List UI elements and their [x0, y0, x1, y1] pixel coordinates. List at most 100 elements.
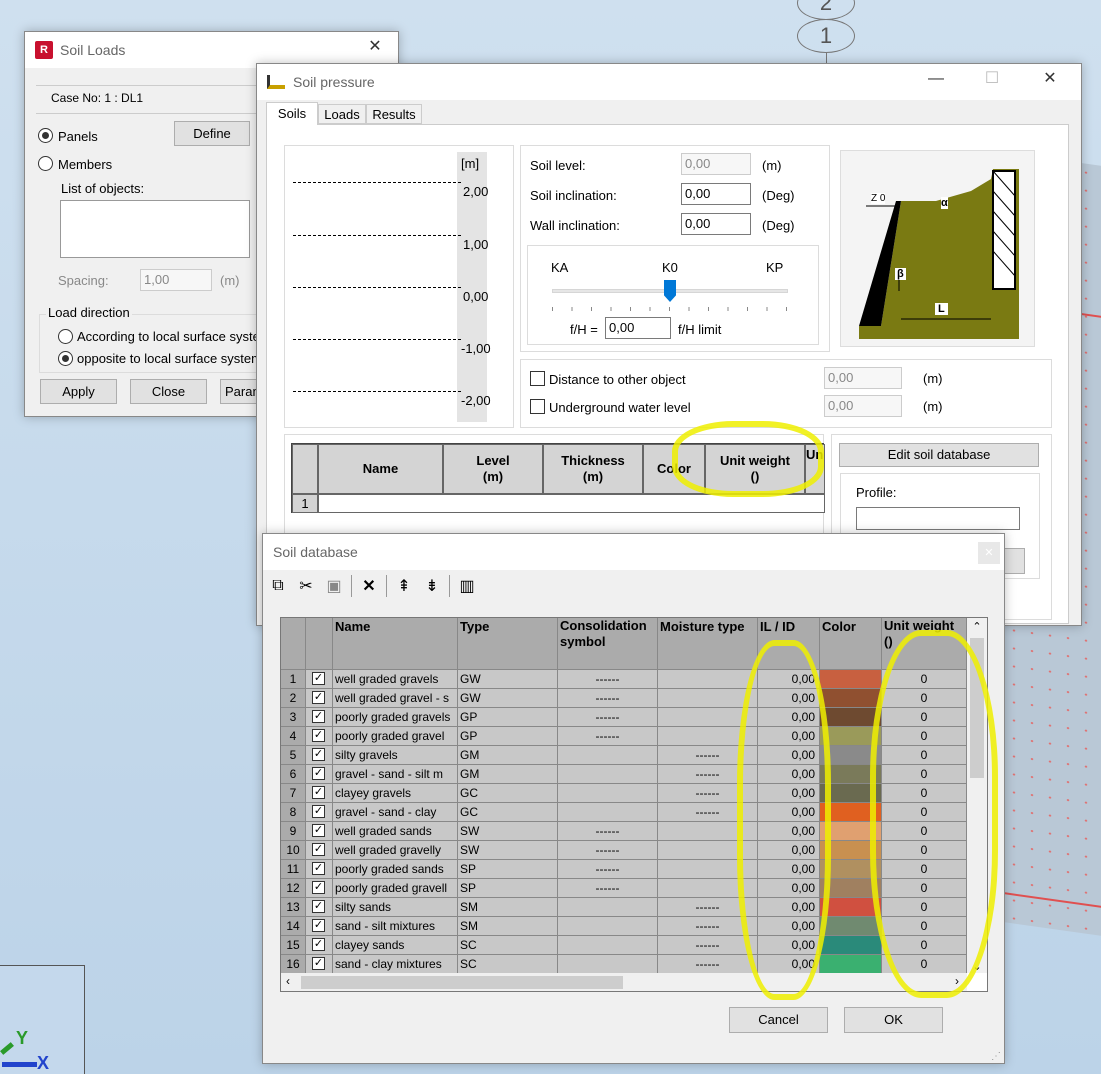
soil-name[interactable]: clayey sands: [333, 936, 458, 955]
soil-color-swatch[interactable]: [820, 689, 882, 708]
tab-results[interactable]: Results: [366, 104, 422, 124]
members-radio[interactable]: [38, 156, 53, 171]
consolidation-symbol[interactable]: ------: [558, 822, 658, 841]
soil-type[interactable]: GP: [458, 708, 558, 727]
soil-type[interactable]: GW: [458, 670, 558, 689]
soil-name[interactable]: well graded gravels: [333, 670, 458, 689]
consolidation-symbol[interactable]: [558, 746, 658, 765]
consolidation-symbol[interactable]: ------: [558, 708, 658, 727]
col-thickness[interactable]: Thickness (m): [543, 444, 643, 494]
define-button[interactable]: Define: [174, 121, 250, 146]
row-checkbox[interactable]: ✓: [306, 879, 333, 898]
soil-type[interactable]: SP: [458, 860, 558, 879]
row-checkbox[interactable]: ✓: [306, 784, 333, 803]
scroll-left-icon[interactable]: ‹: [286, 974, 290, 988]
col-name[interactable]: Name: [318, 444, 443, 494]
soil-type[interactable]: SC: [458, 936, 558, 955]
consolidation-symbol[interactable]: [558, 765, 658, 784]
maximize-icon[interactable]: ☐: [969, 64, 1015, 94]
consolidation-symbol[interactable]: [558, 898, 658, 917]
consolidation-symbol[interactable]: [558, 936, 658, 955]
horizontal-scroll-thumb[interactable]: [301, 976, 623, 989]
row-checkbox[interactable]: ✓: [306, 803, 333, 822]
sort-descending-icon[interactable]: ⇟: [421, 576, 443, 596]
soil-name[interactable]: well graded sands: [333, 822, 458, 841]
tab-soils[interactable]: Soils: [266, 102, 318, 125]
moisture-type[interactable]: [658, 670, 758, 689]
close-icon[interactable]: ✕: [1027, 64, 1073, 94]
soil-name[interactable]: clayey gravels: [333, 784, 458, 803]
row-checkbox[interactable]: ✓: [306, 708, 333, 727]
soil-type[interactable]: SC: [458, 955, 558, 974]
edit-soil-database-button[interactable]: Edit soil database: [839, 443, 1039, 467]
soil-type[interactable]: GP: [458, 727, 558, 746]
resize-grip-icon[interactable]: ⋰: [991, 1051, 1001, 1062]
spacing-input[interactable]: 1,00: [140, 269, 212, 291]
row-checkbox[interactable]: ✓: [306, 689, 333, 708]
scroll-up-icon[interactable]: ⌃: [967, 618, 987, 636]
col-name[interactable]: Name: [333, 618, 458, 670]
row-checkbox[interactable]: ✓: [306, 841, 333, 860]
row-checkbox[interactable]: ✓: [306, 898, 333, 917]
soil-name[interactable]: well graded gravel - s: [333, 689, 458, 708]
close-button[interactable]: Close: [130, 379, 207, 404]
soil-name[interactable]: sand - silt mixtures: [333, 917, 458, 936]
profile-input[interactable]: [856, 507, 1020, 530]
consolidation-symbol[interactable]: [558, 917, 658, 936]
ok-button[interactable]: OK: [844, 1007, 943, 1033]
distance-checkbox[interactable]: [530, 371, 545, 386]
row-checkbox[interactable]: ✓: [306, 670, 333, 689]
row-checkbox[interactable]: ✓: [306, 822, 333, 841]
fh-input[interactable]: 0,00: [605, 317, 671, 339]
horizontal-scrollbar[interactable]: ‹ ›: [281, 973, 967, 991]
soil-color-swatch[interactable]: [820, 936, 882, 955]
tab-loads[interactable]: Loads: [318, 104, 366, 124]
soil-type[interactable]: SW: [458, 822, 558, 841]
consolidation-symbol[interactable]: ------: [558, 879, 658, 898]
consolidation-symbol[interactable]: ------: [558, 727, 658, 746]
copy-icon[interactable]: ⧉: [267, 577, 289, 595]
soil-name[interactable]: poorly graded gravell: [333, 879, 458, 898]
paste-icon[interactable]: ▣: [323, 576, 345, 596]
soil-type[interactable]: SW: [458, 841, 558, 860]
soil-type[interactable]: GM: [458, 746, 558, 765]
col-color[interactable]: Color: [820, 618, 882, 670]
soil-name[interactable]: sand - clay mixtures: [333, 955, 458, 974]
water-level-checkbox[interactable]: [530, 399, 545, 414]
row-checkbox[interactable]: ✓: [306, 955, 333, 974]
soil-name[interactable]: poorly graded sands: [333, 860, 458, 879]
close-icon[interactable]: ✕: [352, 32, 398, 62]
wall-inclination-input[interactable]: 0,00: [681, 213, 751, 235]
soil-name[interactable]: silty sands: [333, 898, 458, 917]
panels-radio[interactable]: [38, 128, 53, 143]
soil-inclination-input[interactable]: 0,00: [681, 183, 751, 205]
soil-type[interactable]: GC: [458, 803, 558, 822]
col-consolidation[interactable]: Consolidation symbol: [558, 618, 658, 670]
local-system-radio[interactable]: [58, 329, 73, 344]
soil-color-swatch[interactable]: [820, 670, 882, 689]
soil-type[interactable]: GW: [458, 689, 558, 708]
water-level-input[interactable]: 0,00: [824, 395, 902, 417]
row-checkbox[interactable]: ✓: [306, 746, 333, 765]
soil-color-swatch[interactable]: [820, 917, 882, 936]
soil-type[interactable]: SM: [458, 917, 558, 936]
col-level[interactable]: Level (m): [443, 444, 543, 494]
consolidation-symbol[interactable]: [558, 784, 658, 803]
moisture-type[interactable]: ------: [658, 955, 758, 974]
soil-name[interactable]: gravel - sand - clay: [333, 803, 458, 822]
soil-name[interactable]: poorly graded gravel: [333, 727, 458, 746]
cancel-button[interactable]: Cancel: [729, 1007, 828, 1033]
soil-name[interactable]: silty gravels: [333, 746, 458, 765]
distance-input[interactable]: 0,00: [824, 367, 902, 389]
columns-icon[interactable]: ▥: [456, 576, 478, 596]
soil-type[interactable]: SM: [458, 898, 558, 917]
delete-icon[interactable]: ✕: [358, 576, 380, 596]
row-checkbox[interactable]: ✓: [306, 917, 333, 936]
soil-name[interactable]: gravel - sand - silt m: [333, 765, 458, 784]
row-checkbox[interactable]: ✓: [306, 860, 333, 879]
opposite-system-radio[interactable]: [58, 351, 73, 366]
close-icon[interactable]: ✕: [978, 542, 1000, 564]
row-checkbox[interactable]: ✓: [306, 936, 333, 955]
cut-icon[interactable]: ✂: [295, 576, 317, 596]
consolidation-symbol[interactable]: ------: [558, 689, 658, 708]
